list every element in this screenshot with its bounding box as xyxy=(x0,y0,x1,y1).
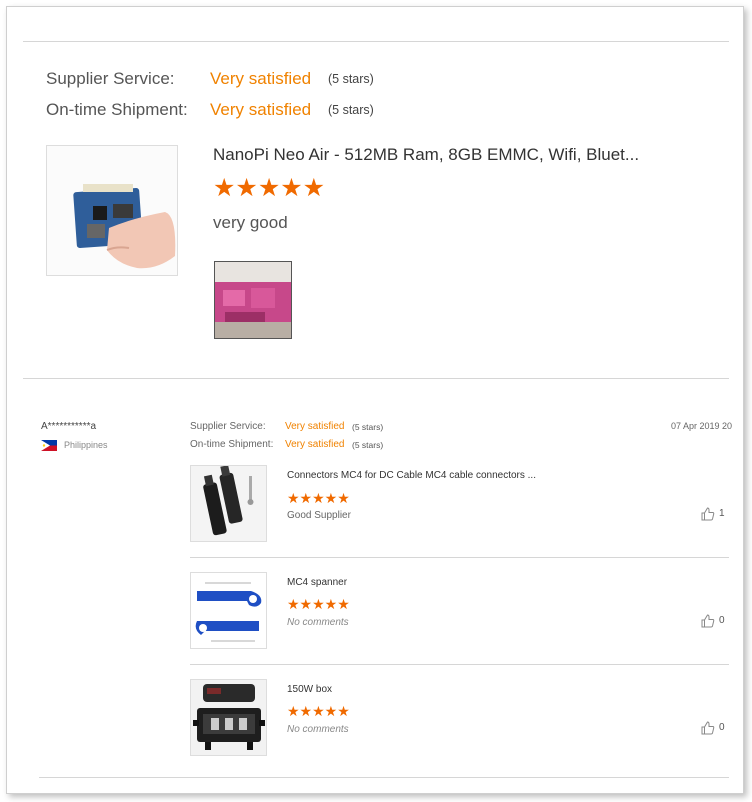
rating-stars: ★★★★★ xyxy=(213,174,326,202)
thumbs-up-icon xyxy=(701,721,715,735)
supplier-service-label: Supplier Service: xyxy=(190,421,266,432)
mc4-spanner-image xyxy=(191,573,266,648)
supplier-service-value: Very satisfied xyxy=(210,69,312,88)
product-title[interactable]: NanoPi Neo Air - 512MB Ram, 8GB EMMC, Wi… xyxy=(213,145,653,165)
item-rating-stars: ★★★★★ xyxy=(287,490,350,506)
product-thumbnail[interactable] xyxy=(46,145,178,276)
shipment-label: On-time Shipment: xyxy=(190,439,274,450)
supplier-service-value: Very satisfied xyxy=(285,421,345,432)
item-rating-stars: ★★★★★ xyxy=(287,703,350,719)
like-count: 1 xyxy=(719,508,725,519)
reviewer-name: A***********a xyxy=(41,421,97,432)
mc4-connector-image xyxy=(191,466,266,541)
review-photo-image xyxy=(215,262,291,338)
review-date: 07 Apr 2019 20 xyxy=(671,421,733,431)
divider xyxy=(23,41,729,42)
nanopi-board-image xyxy=(47,146,177,275)
shipment-value: Very satisfied xyxy=(285,439,345,450)
item-thumbnail[interactable] xyxy=(190,465,267,542)
review-photo[interactable] xyxy=(214,261,292,339)
item-title[interactable]: MC4 spanner xyxy=(287,577,347,588)
divider xyxy=(23,378,729,379)
supplier-service-stars: (5 stars) xyxy=(328,72,374,86)
shipment-value: Very satisfied xyxy=(210,100,312,119)
reviewer-country: Philippines xyxy=(64,440,108,450)
like-count: 0 xyxy=(719,615,725,626)
item-comment: No comments xyxy=(287,617,349,628)
divider xyxy=(190,557,729,558)
shipment-stars: (5 stars) xyxy=(352,440,384,450)
divider xyxy=(190,664,729,665)
review-panel: Supplier Service: Very satisfied (5 star… xyxy=(6,6,744,794)
shipment-stars: (5 stars) xyxy=(328,103,374,117)
shipment-label: On-time Shipment: xyxy=(46,100,188,119)
like-button[interactable]: 0 xyxy=(701,614,733,630)
item-title[interactable]: Connectors MC4 for DC Cable MC4 cable co… xyxy=(287,470,536,481)
item-rating-stars: ★★★★★ xyxy=(287,596,350,612)
item-thumbnail[interactable] xyxy=(190,679,267,756)
junction-box-image xyxy=(191,680,266,755)
supplier-service-label: Supplier Service: xyxy=(46,69,175,88)
supplier-service-stars: (5 stars) xyxy=(352,422,384,432)
philippines-flag-icon xyxy=(41,440,57,451)
thumbs-up-icon xyxy=(701,614,715,628)
divider xyxy=(39,777,729,778)
like-button[interactable]: 1 xyxy=(701,507,733,523)
item-title[interactable]: 150W box xyxy=(287,684,332,695)
item-thumbnail[interactable] xyxy=(190,572,267,649)
like-count: 0 xyxy=(719,722,725,733)
review-comment: very good xyxy=(213,213,288,232)
item-comment: No comments xyxy=(287,724,349,735)
thumbs-up-icon xyxy=(701,507,715,521)
like-button[interactable]: 0 xyxy=(701,721,733,737)
item-comment: Good Supplier xyxy=(287,510,351,521)
